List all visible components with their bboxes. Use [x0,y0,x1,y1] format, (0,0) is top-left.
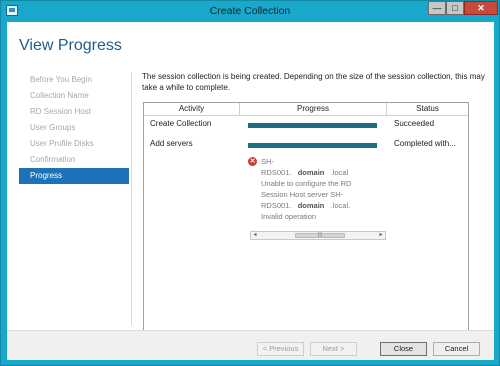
progress-bar-create-collection [248,123,377,128]
error-line-5-domain: domain [297,201,325,210]
title-bar[interactable]: Create Collection — □ ✕ [1,1,499,21]
maximize-button[interactable]: □ [446,1,464,15]
previous-button[interactable]: < Previous [257,342,304,356]
close-button[interactable]: Close [380,342,427,356]
scroll-right-arrow-icon[interactable]: ▸ [377,232,385,239]
column-header-progress[interactable]: Progress [240,103,387,116]
error-line-1: SH- [261,157,274,166]
progress-bar-add-servers [248,143,377,148]
error-line-5: RDS001. domain .local. [261,200,381,211]
nav-item-user-groups[interactable]: User Groups [19,120,129,136]
error-line-5-suffix: .local. [330,201,351,210]
row-status-add-servers: Completed with... [394,139,456,148]
error-icon: ✕ [248,157,257,166]
column-header-activity[interactable]: Activity [144,103,240,116]
nav-item-before-you-begin[interactable]: Before You Begin [19,72,129,88]
scroll-left-arrow-icon[interactable]: ◂ [251,232,259,239]
error-line-4: Session Host server SH- [261,190,344,199]
error-line-2-host: RDS001. [261,168,292,177]
error-line-2: RDS001. domain .local [261,167,381,178]
wizard-header: View Progress [7,22,494,72]
error-line-3: Unable to configure the RD [261,179,352,188]
error-line-6: Invalid operation [261,212,317,221]
column-header-status[interactable]: Status [387,103,468,116]
progress-table: Activity Progress Status Create Collecti… [143,102,469,341]
nav-item-user-profile-disks[interactable]: User Profile Disks [19,136,129,152]
nav-item-rd-session-host[interactable]: RD Session Host [19,104,129,120]
page-title: View Progress [19,37,122,54]
cancel-button[interactable]: Cancel [433,342,480,356]
error-horizontal-scrollbar[interactable]: ◂ ||| ▸ [250,231,386,240]
error-line-2-domain: domain [297,168,325,177]
minimize-button[interactable]: — [428,1,446,15]
nav-item-collection-name[interactable]: Collection Name [19,88,129,104]
scroll-thumb[interactable]: ||| [295,233,345,238]
row-status-create-collection: Succeeded [394,119,435,128]
error-line-5-host: RDS001. [261,201,292,210]
wizard-footer: < Previous Next > Close Cancel [7,330,494,360]
nav-item-progress[interactable]: Progress [19,168,129,184]
row-activity-create-collection: Create Collection [150,119,212,128]
create-collection-window: Create Collection — □ ✕ View Progress Be… [0,0,500,366]
progress-description: The session collection is being created.… [142,72,485,92]
wizard-nav: Before You Begin Collection Name RD Sess… [7,72,132,332]
error-line-2-suffix: .local [330,168,349,177]
error-details: SH- RDS001. domain .local Unable to conf… [261,156,381,222]
wizard-client-area: View Progress Before You Begin Collectio… [7,22,494,360]
nav-item-confirmation[interactable]: Confirmation [19,152,129,168]
next-button[interactable]: Next > [310,342,357,356]
close-window-button[interactable]: ✕ [464,1,498,15]
nav-divider [131,72,132,325]
row-activity-add-servers: Add servers [150,139,193,148]
window-title: Create Collection [209,5,291,17]
